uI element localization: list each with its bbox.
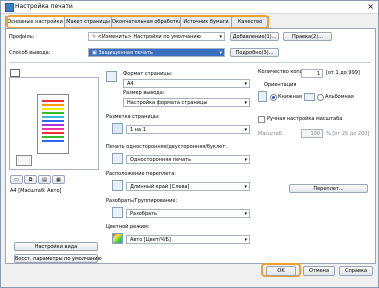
manual-scaling-checkbox[interactable] (258, 116, 265, 123)
printer-icon (5, 3, 14, 12)
page-preview-sheet (37, 94, 69, 154)
window-title: Настройка печати (15, 3, 73, 10)
preview-mode-2-icon[interactable]: ⧉ (24, 175, 37, 184)
manual-scaling-label: Ручная настройка масштаба (267, 116, 343, 122)
help-button[interactable]: Справка (339, 266, 373, 276)
preview-toggle-icon[interactable] (10, 69, 20, 77)
landscape-label: Альбомная (325, 94, 354, 100)
preview-mode-1-icon[interactable]: ▭ (10, 175, 23, 184)
collate-label: Разобрать/Группирование: (106, 198, 178, 204)
divider (9, 62, 371, 63)
chevron-down-icon: ▾ (244, 184, 247, 190)
edit-profile-button[interactable]: Правка(2)... (283, 32, 332, 41)
tabs-highlight (6, 15, 269, 29)
binding-label: Расположение переплета: (106, 171, 176, 177)
orientation-label: Ориентация (264, 82, 297, 88)
print-settings-window: Настройка печати × Основные настройки Ма… (0, 0, 379, 288)
collate-value: Разобрать (130, 211, 157, 217)
chevron-down-icon: ▾ (244, 127, 247, 133)
chevron-down-icon: ▾ (244, 81, 247, 87)
chevron-down-icon: ▾ (244, 100, 247, 106)
page-layout-select[interactable]: 1 на 1 ▾ (126, 125, 250, 134)
close-icon[interactable]: × (367, 2, 374, 11)
profile-value: <Изменить> Настройки по умолчанию (97, 34, 201, 40)
output-size-label: Размер вывода: (123, 90, 165, 96)
landscape-radio[interactable] (317, 94, 324, 101)
output-method-label: Способ вывода: (9, 50, 51, 56)
preview-caption: A4 [Масштаб: Авто] (10, 188, 62, 194)
chevron-down-icon: ▾ (219, 34, 222, 40)
preview-mode-4-icon[interactable]: ▦ (52, 175, 65, 184)
view-settings-button[interactable]: Настройки вида (14, 242, 98, 251)
page-layout-label: Разметка страницы: (106, 114, 160, 120)
page-format-select[interactable]: A4 ▾ (123, 79, 250, 88)
collate-select[interactable]: Разобрать ▾ (126, 209, 250, 218)
color-mode-label: Цветной режим: (106, 224, 150, 230)
output-size-value: Настройка формата страницы (127, 100, 208, 106)
binding-value: Длинный край [Слева] (130, 184, 190, 190)
scale-range: % [от 25 до 200] (326, 131, 370, 137)
preview-mode-3-icon[interactable]: ▤ (38, 175, 51, 184)
details-button[interactable]: Подробно(3)... (230, 48, 279, 57)
cancel-button[interactable]: Отмена (303, 266, 335, 276)
binding-select[interactable]: Длинный край [Слева] ▾ (126, 182, 250, 191)
binding-left-icon (112, 180, 123, 191)
portrait-radio[interactable] (270, 94, 277, 101)
color-mode-icon (112, 233, 123, 244)
duplex-label: Печать односторонняя/двусторонняя/буклет… (106, 144, 227, 150)
output-method-value: Защищенная печать (98, 50, 153, 56)
page-layout-value: 1 на 1 (130, 127, 146, 133)
landscape-orientation-icon (304, 93, 315, 101)
page-size-icon (106, 71, 117, 82)
layout-1on1-icon (112, 123, 123, 134)
profile-select[interactable]: ✎ <Изменить> Настройки по умолчанию ▾ (88, 32, 225, 41)
color-mode-select[interactable]: Авто [Цвет/Ч/Б] ▾ (126, 235, 250, 244)
title-bar: Настройка печати × (1, 1, 378, 14)
duplex-value: Односторонняя печать (130, 157, 192, 163)
page-format-value: A4 (127, 81, 134, 87)
page-format-label: Формат страницы: (123, 71, 173, 77)
chevron-down-icon: ▾ (244, 237, 247, 243)
collate-icon (112, 207, 123, 218)
portrait-orientation-icon (258, 91, 267, 102)
portrait-label: Книжная (278, 94, 302, 100)
gutter-button[interactable]: Переплет... (289, 184, 368, 193)
profile-label: Профиль: (9, 34, 35, 40)
chevron-down-icon: ▾ (244, 211, 247, 217)
copies-input[interactable]: 1 (301, 69, 323, 78)
duplex-select[interactable]: Односторонняя печать ▾ (126, 155, 250, 164)
add-profile-button[interactable]: Добавление(1)... (230, 32, 279, 41)
chevron-down-icon: ▾ (244, 157, 247, 163)
scale-input[interactable]: 100 (301, 129, 323, 138)
copies-range: [от 1 до 999] (326, 70, 360, 76)
output-size-select[interactable]: Настройка формата страницы ▾ (123, 98, 250, 107)
copies-preview-icon (16, 155, 32, 166)
restore-defaults-button[interactable]: Восст. параметры по умолчанию (14, 254, 102, 263)
basic-settings-panel: Профиль: ✎ <Изменить> Настройки по умолч… (5, 28, 376, 264)
color-mode-value: Авто [Цвет/Ч/Б] (130, 237, 171, 243)
output-method-select[interactable]: ▣ Защищенная печать ▾ (88, 48, 225, 57)
one-sided-icon (112, 153, 123, 164)
ok-button[interactable]: OK (266, 266, 296, 276)
scale-label: Масштаб: (258, 131, 284, 137)
page-preview (9, 77, 99, 170)
chevron-down-icon: ▾ (219, 50, 222, 56)
